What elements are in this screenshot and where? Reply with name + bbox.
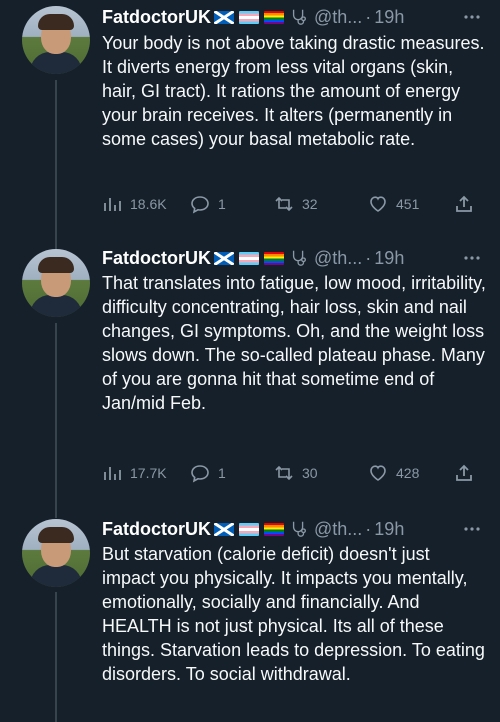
trans-flag-icon xyxy=(239,522,259,536)
thread-line xyxy=(55,592,57,722)
reply-button[interactable]: 1 xyxy=(190,192,226,216)
like-icon xyxy=(370,196,386,212)
separator-dot: · xyxy=(365,518,372,539)
retweet-button[interactable]: 32 xyxy=(274,192,318,216)
avatar[interactable] xyxy=(22,249,90,317)
retweet-button[interactable]: 30 xyxy=(274,461,318,485)
reply-button[interactable]: 1 xyxy=(190,461,226,485)
tweet-header: FatdoctorUK @th... · 19h xyxy=(102,246,492,270)
separator-dot: · xyxy=(365,6,372,27)
avatar[interactable] xyxy=(22,519,90,587)
retweet-icon xyxy=(275,196,293,212)
stethoscope-icon xyxy=(292,9,306,25)
reply-count: 1 xyxy=(218,196,226,212)
author-handle[interactable]: @th... xyxy=(314,519,362,540)
more-icon[interactable] xyxy=(462,519,482,539)
like-icon xyxy=(370,465,386,481)
thread-line xyxy=(55,323,57,518)
retweet-count: 32 xyxy=(302,196,318,212)
share-button[interactable] xyxy=(454,192,482,216)
timestamp[interactable]: 19h xyxy=(374,7,404,28)
reply-count: 1 xyxy=(218,465,226,481)
views-count: 17.7K xyxy=(130,465,167,481)
trans-flag-icon xyxy=(239,251,259,265)
thread-line xyxy=(55,80,57,252)
timestamp[interactable]: 19h xyxy=(374,519,404,540)
views-count: 18.6K xyxy=(130,196,167,212)
more-icon[interactable] xyxy=(462,7,482,27)
retweet-icon xyxy=(275,465,293,481)
author-handle[interactable]: @th... xyxy=(314,248,362,269)
like-count: 451 xyxy=(396,196,420,212)
author-name[interactable]: FatdoctorUK xyxy=(102,7,211,28)
like-button[interactable]: 451 xyxy=(368,192,419,216)
scotland-flag-icon xyxy=(214,10,234,24)
views-icon xyxy=(104,467,121,480)
views-button[interactable]: 17.7K xyxy=(102,461,167,485)
tweet-text: But starvation (calorie deficit) doesn't… xyxy=(102,544,485,684)
tweet[interactable]: FatdoctorUK @th... · 19h Your body is no… xyxy=(0,0,500,252)
share-icon xyxy=(456,195,472,212)
more-icon[interactable] xyxy=(462,248,482,268)
like-count: 428 xyxy=(396,465,420,481)
author-name[interactable]: FatdoctorUK xyxy=(102,519,211,540)
tweet-text: That translates into fatigue, low mood, … xyxy=(102,273,486,413)
timestamp[interactable]: 19h xyxy=(374,248,404,269)
share-icon xyxy=(456,464,472,481)
stethoscope-icon xyxy=(292,250,306,266)
views-button[interactable]: 18.6K xyxy=(102,192,167,216)
retweet-count: 30 xyxy=(302,465,318,481)
trans-flag-icon xyxy=(239,10,259,24)
author-name[interactable]: FatdoctorUK xyxy=(102,248,211,269)
stethoscope-icon xyxy=(292,521,306,537)
pride-flag-icon xyxy=(264,522,284,536)
action-bar: 17.7K 1 30 428 xyxy=(102,461,482,485)
share-button[interactable] xyxy=(454,461,482,485)
scotland-flag-icon xyxy=(214,522,234,536)
reply-icon xyxy=(191,465,209,483)
scotland-flag-icon xyxy=(214,251,234,265)
avatar[interactable] xyxy=(22,6,90,74)
reply-icon xyxy=(191,196,209,214)
action-bar: 18.6K 1 32 451 xyxy=(102,192,482,216)
tweet-text: Your body is not above taking drastic me… xyxy=(102,33,485,149)
tweet[interactable]: FatdoctorUK @th... · 19h That translates… xyxy=(0,246,500,518)
pride-flag-icon xyxy=(264,251,284,265)
views-icon xyxy=(104,198,121,211)
tweet-header: FatdoctorUK @th... · 19h xyxy=(102,517,492,541)
pride-flag-icon xyxy=(264,10,284,24)
tweet[interactable]: FatdoctorUK @th... · 19h But starvation … xyxy=(0,516,500,722)
author-handle[interactable]: @th... xyxy=(314,7,362,28)
like-button[interactable]: 428 xyxy=(368,461,419,485)
separator-dot: · xyxy=(365,247,372,268)
tweet-header: FatdoctorUK @th... · 19h xyxy=(102,5,492,29)
